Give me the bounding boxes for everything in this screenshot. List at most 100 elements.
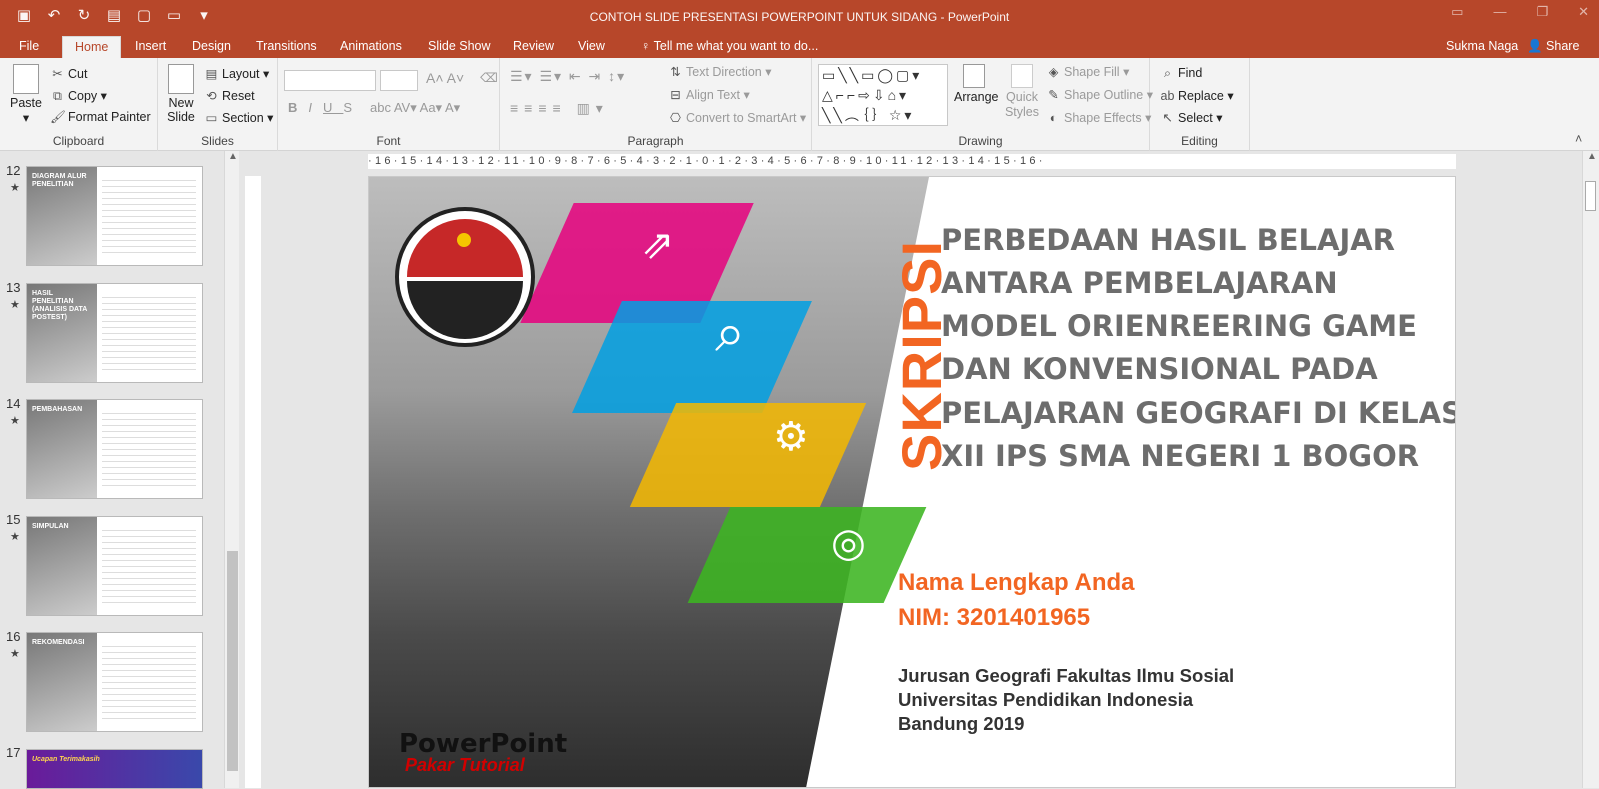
thumb-image	[27, 400, 97, 498]
font-group: A˄ A˅ ⌫ BIUS abc AV▾ Aa▾ A▾ Font	[278, 58, 500, 151]
smartart-button[interactable]: ⎔ Convert to SmartArt ▾	[668, 110, 806, 125]
cut-button[interactable]: ✂ Cut	[50, 66, 87, 81]
slide-thumbnail[interactable]: DIAGRAM ALUR PENELITIAN	[26, 166, 203, 266]
strikethrough-icon[interactable]: abc AV▾ Aa▾ A▾	[370, 100, 460, 116]
align-icons[interactable]: ≡≡≡≡ ▥▾	[510, 100, 609, 117]
grow-font-icon[interactable]: A˄ A˅	[426, 70, 464, 86]
paste-button[interactable]: Paste ▾	[8, 64, 44, 125]
shape-outline-button[interactable]: ✎ Shape Outline ▾	[1046, 87, 1153, 102]
select-button[interactable]: ↖ Select ▾	[1160, 110, 1222, 125]
minimize-icon[interactable]: —	[1493, 4, 1506, 20]
clipboard-icon	[13, 64, 39, 94]
author-name[interactable]: Nama Lengkap Anda	[898, 569, 1135, 597]
layout-label: Layout	[222, 67, 260, 81]
tab-home[interactable]: Home	[62, 36, 122, 58]
institution-line[interactable]: Universitas Pendidikan Indonesia	[898, 689, 1193, 711]
ribbon: Paste ▾ ✂ Cut ⧉ Copy ▾ 🖌 Format Painter Clip…	[0, 58, 1599, 151]
slide-thumbnail[interactable]: REKOMENDASI	[26, 632, 203, 732]
text-direction-button[interactable]: ⇅ Text Direction ▾	[668, 64, 771, 79]
drawing-group: ▭╲╲▭◯▢▾ △⌐⌐⇨⇩⌂▾ ╲╲︵｛｝☆▾ Arrange Quick Styl…	[812, 58, 1153, 151]
copy-button[interactable]: ⧉ Copy ▾	[50, 88, 107, 104]
student-id[interactable]: NIM: 3201401965	[898, 604, 1090, 632]
find-label: Find	[1178, 66, 1203, 80]
scrollbar-thumb[interactable]	[1585, 181, 1596, 211]
title-line[interactable]: DAN KONVENSIONAL PADA	[941, 352, 1378, 386]
thumb-content	[102, 641, 196, 723]
title-line[interactable]: PELAJARAN GEOGRAFI DI KELAS	[941, 396, 1455, 430]
slide-number: 16	[6, 629, 21, 644]
find-button[interactable]: ⌕ Find	[1160, 66, 1202, 81]
thumbnail-scrollbar[interactable]: ▲	[224, 151, 239, 788]
shape-outline-label: Shape Outline	[1064, 88, 1144, 102]
scissors-icon: ✂	[52, 67, 63, 81]
skripsi-heading[interactable]: SKRIPSI	[889, 225, 953, 485]
reset-button[interactable]: ⟲ Reset	[204, 88, 254, 103]
tab-view[interactable]: View	[578, 39, 605, 53]
thumb-title: REKOMENDASI	[32, 639, 85, 646]
slide-canvas[interactable]: ⇗ ⌕ ⚙ ◎ SKRIPSI PERBEDAAN HASIL BELAJAR …	[368, 176, 1456, 788]
slide-thumbnail[interactable]: PEMBAHASAN	[26, 399, 203, 499]
format-painter-button[interactable]: 🖌 Format Painter	[50, 110, 151, 125]
scroll-up-icon[interactable]: ▲	[228, 151, 238, 162]
align-text-button[interactable]: ⊟ Align Text ▾	[668, 87, 749, 102]
thumb-title: HASIL PENELITIAN (ANALISIS DATA POSTEST)	[32, 290, 88, 321]
shape-fill-button[interactable]: ◈ Shape Fill ▾	[1046, 64, 1130, 79]
replace-button[interactable]: ab Replace ▾	[1160, 88, 1234, 103]
font-group-label: Font	[376, 134, 401, 148]
tab-file[interactable]: File	[19, 39, 39, 53]
user-name[interactable]: Sukma Naga	[1446, 39, 1518, 53]
layout-button[interactable]: ▤ Layout ▾	[204, 66, 270, 81]
slide-thumbnail[interactable]: Ucapan Terimakasih	[26, 749, 203, 789]
new-slide-button[interactable]: New Slide	[162, 64, 200, 124]
collapse-ribbon-icon[interactable]: ˄	[1575, 132, 1582, 146]
share-button[interactable]: 👤 Share	[1527, 39, 1579, 54]
institution-line[interactable]: Jurusan Geografi Fakultas Ilmu Sosial	[898, 665, 1234, 687]
section-button[interactable]: ▭ Section ▾	[204, 110, 274, 125]
close-icon[interactable]: ✕	[1578, 4, 1589, 20]
tab-design[interactable]: Design	[192, 39, 231, 53]
tab-transitions[interactable]: Transitions	[256, 39, 317, 53]
tab-insert[interactable]: Insert	[135, 39, 166, 53]
shape-effects-button[interactable]: ◐ Shape Effects ▾	[1046, 110, 1152, 125]
paste-label: Paste	[10, 96, 42, 110]
tab-animations[interactable]: Animations	[340, 39, 402, 53]
title-line[interactable]: MODEL ORIENREERING GAME	[941, 309, 1417, 343]
copy-label: Copy	[68, 89, 98, 103]
vertical-ruler	[245, 176, 261, 788]
target-icon: ◎	[831, 521, 866, 565]
font-size-combo[interactable]	[380, 70, 418, 91]
shapes-gallery[interactable]: ▭╲╲▭◯▢▾ △⌐⌐⇨⇩⌂▾ ╲╲︵｛｝☆▾	[818, 64, 948, 126]
font-name-combo[interactable]	[284, 70, 376, 91]
editor-scrollbar[interactable]: ▲	[1582, 151, 1599, 788]
title-line[interactable]: XII IPS SMA NEGERI 1 BOGOR	[941, 439, 1419, 473]
bullets-icon[interactable]: ☰▾ ☰▾ ⇤ ⇥ ↕▾	[510, 68, 626, 85]
shape-effects-label: Shape Effects	[1064, 111, 1142, 125]
slides-group-label: Slides	[201, 134, 234, 148]
clipboard-group-label: Clipboard	[52, 134, 105, 148]
lightbulb-icon: ♀	[641, 39, 654, 53]
arrange-button[interactable]: Arrange	[954, 64, 998, 104]
search-icon: ⌕	[1163, 66, 1171, 80]
institution-line[interactable]: Bandung 2019	[898, 713, 1024, 735]
maximize-icon[interactable]: ❐	[1536, 4, 1548, 20]
thumb-content	[102, 408, 196, 490]
slide-thumbnail[interactable]: HASIL PENELITIAN (ANALISIS DATA POSTEST)	[26, 283, 203, 383]
text-direction-label: Text Direction	[686, 65, 762, 79]
logo-bottom	[407, 281, 523, 339]
scroll-up-icon[interactable]: ▲	[1587, 151, 1597, 162]
tab-review[interactable]: Review	[513, 39, 554, 53]
tab-slide-show[interactable]: Slide Show	[428, 39, 491, 53]
slide-number: 17	[6, 745, 21, 760]
quick-styles-button[interactable]: Quick Styles	[1002, 64, 1042, 120]
slide-thumbnail[interactable]: SIMPULAN	[26, 516, 203, 616]
font-format-icons[interactable]: BIUS	[288, 100, 363, 115]
tell-me-search[interactable]: ♀ Tell me what you want to do...	[641, 39, 818, 53]
section-icon: ▭	[205, 111, 218, 125]
title-line[interactable]: ANTARA PEMBELAJARAN	[941, 266, 1338, 300]
ribbon-display-icon[interactable]: ▭	[1451, 4, 1463, 20]
paintbrush-icon: 🖌	[50, 110, 66, 124]
scrollbar-thumb[interactable]	[227, 551, 238, 771]
clear-format-icon[interactable]: ⌫	[480, 70, 498, 85]
thumb-content	[102, 175, 196, 257]
title-line[interactable]: PERBEDAAN HASIL BELAJAR	[941, 223, 1395, 257]
